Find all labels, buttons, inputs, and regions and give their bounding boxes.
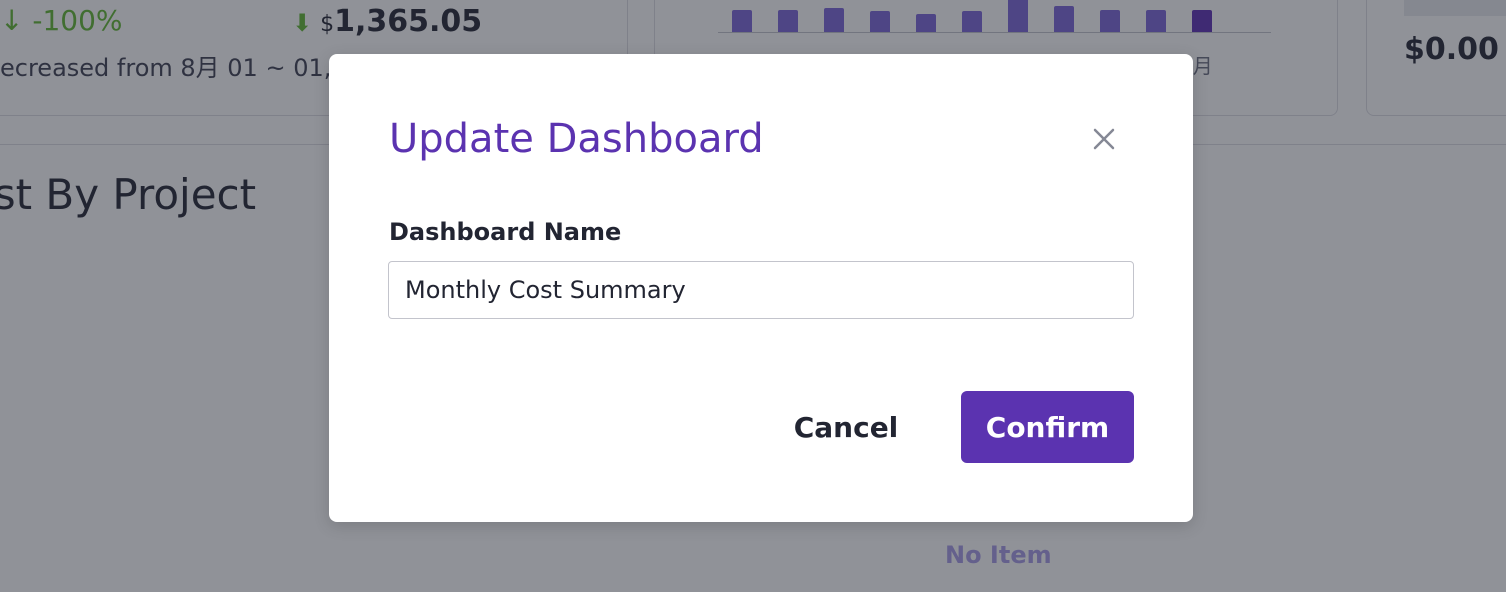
cancel-button[interactable]: Cancel bbox=[781, 391, 911, 463]
dashboard-name-label: Dashboard Name bbox=[389, 218, 622, 246]
close-button[interactable] bbox=[1089, 124, 1119, 154]
close-icon bbox=[1093, 128, 1115, 150]
confirm-button[interactable]: Confirm bbox=[961, 391, 1134, 463]
modal-title: Update Dashboard bbox=[389, 116, 764, 162]
update-dashboard-modal: Update Dashboard Dashboard Name Cancel C… bbox=[329, 54, 1193, 522]
dashboard-name-input[interactable] bbox=[388, 261, 1134, 319]
